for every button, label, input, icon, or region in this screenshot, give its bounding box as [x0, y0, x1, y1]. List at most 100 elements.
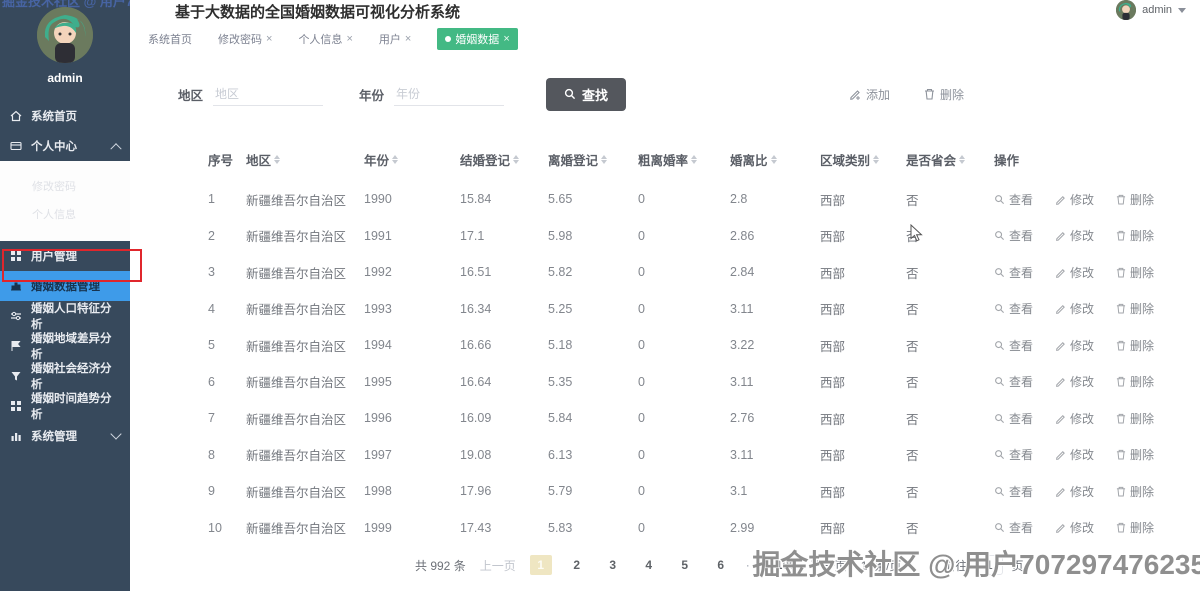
- edit-link[interactable]: 修改: [1055, 227, 1094, 244]
- view-link[interactable]: 查看: [994, 337, 1033, 354]
- sidebar-item-label: 个人中心: [31, 141, 77, 153]
- view-link[interactable]: 查看: [994, 373, 1033, 390]
- edit-link[interactable]: 修改: [1055, 300, 1094, 317]
- dropdown-arrow-icon: [1178, 7, 1187, 13]
- sort-icon[interactable]: [601, 154, 608, 164]
- action-label: 删除: [1130, 375, 1155, 390]
- sidebar-subitem-personal-info[interactable]: 个人信息: [0, 201, 130, 229]
- ellipsis-icon[interactable]: ···: [746, 558, 761, 572]
- data-chart-icon: [10, 280, 22, 292]
- edit-link[interactable]: 修改: [1055, 483, 1094, 500]
- delete-link[interactable]: 删除: [1116, 519, 1154, 536]
- sidebar-item-personal-center[interactable]: 个人中心: [0, 131, 130, 161]
- sidebar-item-population-analysis[interactable]: 婚姻人口特征分析: [0, 301, 130, 331]
- tab-personal-info[interactable]: 个人信息 ×: [298, 31, 352, 47]
- next-page-button[interactable]: 下一页: [811, 557, 847, 574]
- delete-link[interactable]: 删除: [1116, 264, 1154, 281]
- view-link[interactable]: 查看: [994, 264, 1033, 281]
- delete-link[interactable]: 删除: [1116, 227, 1154, 244]
- pencil-icon: [1056, 232, 1065, 242]
- close-icon[interactable]: ×: [405, 33, 411, 45]
- page-number[interactable]: 4: [638, 558, 660, 572]
- view-link[interactable]: 查看: [994, 410, 1033, 427]
- page-number[interactable]: 5: [674, 558, 696, 572]
- sidebar-item-label: 用户管理: [31, 251, 77, 263]
- sort-icon[interactable]: [691, 154, 698, 164]
- sort-icon[interactable]: [513, 154, 520, 164]
- sort-icon[interactable]: [873, 154, 880, 164]
- trash-icon: [1116, 486, 1126, 497]
- sort-icon[interactable]: [770, 154, 777, 164]
- search-button[interactable]: 查找: [546, 77, 627, 111]
- magnifier-icon: [995, 340, 1005, 350]
- col-ops: 操作: [994, 153, 1020, 168]
- goto-page-input[interactable]: 1: [975, 555, 1004, 575]
- view-link[interactable]: 查看: [994, 300, 1033, 317]
- region-input[interactable]: [213, 82, 324, 106]
- view-link[interactable]: 查看: [994, 483, 1033, 500]
- page-size-select[interactable]: 10条/页: [861, 557, 902, 574]
- tab-change-password[interactable]: 修改密码 ×: [218, 31, 272, 47]
- magnifier-icon: [995, 194, 1005, 204]
- action-label: 删除: [1130, 229, 1155, 244]
- trash-icon: [1116, 194, 1126, 205]
- page-number[interactable]: 100: [775, 558, 797, 572]
- sort-icon[interactable]: [392, 154, 399, 164]
- trash-icon: [1116, 267, 1126, 278]
- delete-link[interactable]: 删除: [1116, 191, 1154, 208]
- user-dropdown[interactable]: admin: [1116, 0, 1187, 20]
- close-icon[interactable]: ×: [503, 33, 509, 45]
- sidebar-item-time-trend-analysis[interactable]: 婚姻时间趋势分析: [0, 391, 130, 421]
- page-number[interactable]: 1: [529, 555, 552, 575]
- delete-link[interactable]: 删除: [1116, 483, 1154, 500]
- sidebar-item-label: 婚姻数据管理: [31, 281, 100, 293]
- year-input[interactable]: [394, 82, 505, 106]
- edit-link[interactable]: 修改: [1055, 446, 1094, 463]
- edit-link[interactable]: 修改: [1055, 373, 1094, 390]
- funnel-icon: [10, 370, 22, 382]
- action-label: 查看: [1009, 484, 1034, 499]
- sidebar-username: admin: [47, 71, 83, 85]
- search-toolbar: 地区 年份 查找 添加 删除: [130, 77, 1200, 111]
- delete-link[interactable]: 删除: [1116, 337, 1154, 354]
- page-number[interactable]: 3: [602, 558, 624, 572]
- close-icon[interactable]: ×: [346, 33, 352, 45]
- sidebar-item-socioeconomic-analysis[interactable]: 婚姻社会经济分析: [0, 361, 130, 391]
- sidebar-item-home[interactable]: 系统首页: [0, 101, 130, 131]
- delete-link[interactable]: 删除: [1116, 410, 1154, 427]
- page-number[interactable]: 6: [710, 558, 732, 572]
- sort-icon[interactable]: [959, 154, 966, 164]
- sidebar-item-user-management[interactable]: 用户管理: [0, 241, 130, 271]
- edit-link[interactable]: 修改: [1055, 519, 1094, 536]
- edit-link[interactable]: 修改: [1055, 191, 1094, 208]
- sidebar-item-system-management[interactable]: 系统管理: [0, 421, 130, 451]
- add-button[interactable]: 添加: [849, 86, 890, 103]
- sidebar-item-regional-analysis[interactable]: 婚姻地域差异分析: [0, 331, 130, 361]
- home-icon: [10, 110, 22, 122]
- tab-home[interactable]: 系统首页: [148, 31, 192, 47]
- prev-page-button[interactable]: 上一页: [480, 557, 516, 574]
- view-link[interactable]: 查看: [994, 227, 1033, 244]
- view-link[interactable]: 查看: [994, 519, 1033, 536]
- edit-link[interactable]: 修改: [1055, 410, 1094, 427]
- sidebar-item-label: 婚姻地域差异分析: [31, 333, 112, 361]
- view-link[interactable]: 查看: [994, 446, 1033, 463]
- sidebar-item-marriage-data-management[interactable]: 婚姻数据管理: [0, 271, 130, 301]
- sidebar-subitem-change-password[interactable]: 修改密码: [0, 173, 130, 201]
- search-icon: [564, 88, 576, 100]
- delete-link[interactable]: 删除: [1116, 300, 1154, 317]
- trash-icon: [1116, 377, 1126, 387]
- close-icon[interactable]: ×: [266, 33, 272, 45]
- delete-link[interactable]: 删除: [1116, 373, 1154, 390]
- view-link[interactable]: 查看: [994, 191, 1033, 208]
- sort-icon[interactable]: [274, 154, 281, 164]
- tab-users[interactable]: 用户 ×: [379, 31, 411, 47]
- delete-link[interactable]: 删除: [1116, 446, 1154, 463]
- col-year: 年份: [364, 150, 460, 169]
- delete-button[interactable]: 删除: [924, 86, 964, 103]
- edit-link[interactable]: 修改: [1055, 264, 1094, 281]
- tab-label: 用户: [378, 34, 401, 46]
- edit-link[interactable]: 修改: [1055, 337, 1094, 354]
- page-number[interactable]: 2: [566, 558, 588, 572]
- tab-marriage-data[interactable]: 婚姻数据 ×: [437, 28, 518, 50]
